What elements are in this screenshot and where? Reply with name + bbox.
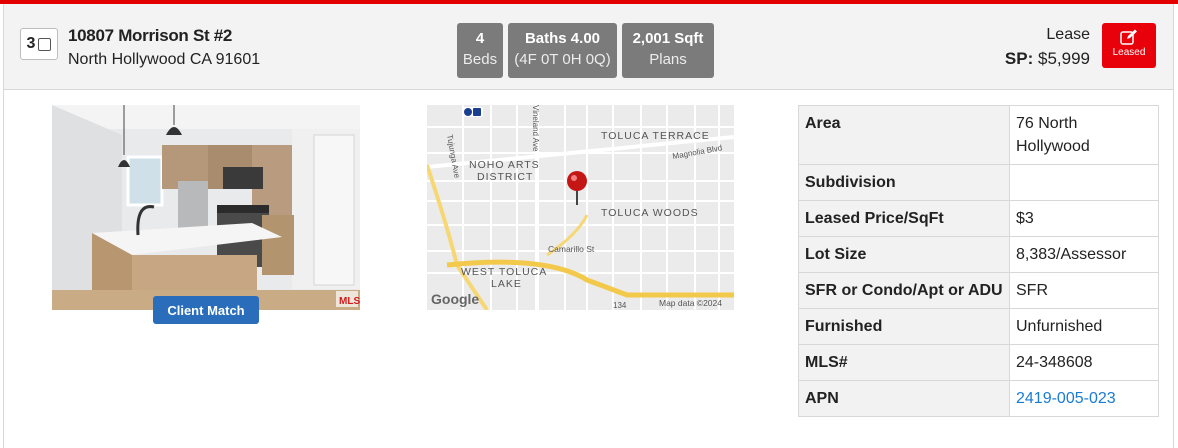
- listing-select[interactable]: 3: [20, 28, 58, 60]
- detail-label: Furnished: [798, 308, 1010, 345]
- address-line2: North Hollywood CA 91601: [68, 51, 261, 68]
- detail-value: 24-348608: [1009, 344, 1159, 381]
- detail-value: SFR: [1009, 272, 1159, 309]
- svg-text:DISTRICT: DISTRICT: [477, 171, 533, 183]
- detail-value: $3: [1009, 200, 1159, 237]
- svg-text:Map data ©2024: Map data ©2024: [659, 298, 722, 308]
- details-row: MLS# 24-348608: [798, 344, 1159, 381]
- listing-checkbox[interactable]: [38, 37, 52, 51]
- svg-text:134: 134: [613, 301, 627, 310]
- baths-detail: (4F 0T 0H 0Q): [514, 51, 611, 68]
- leased-label: Leased: [1112, 47, 1146, 58]
- sp-label: SP:: [1004, 49, 1034, 68]
- details-row: Area 76 North Hollywood: [798, 105, 1159, 165]
- svg-text:NOHO ARTS: NOHO ARTS: [469, 159, 540, 171]
- detail-label: Area: [798, 105, 1010, 165]
- sqft-value: 2,001 Sqft: [632, 30, 704, 47]
- client-match-button[interactable]: Client Match: [153, 296, 259, 324]
- sqft-pill[interactable]: 2,001 Sqft Plans: [622, 23, 714, 78]
- address-line1[interactable]: 10807 Morrison St #2: [68, 26, 232, 46]
- details-row: Leased Price/SqFt $3: [798, 200, 1159, 237]
- detail-value: 8,383/Assessor: [1009, 236, 1159, 273]
- listing-header: 3 10807 Morrison St #2 North Hollywood C…: [4, 4, 1173, 90]
- detail-label: SFR or Condo/Apt or ADU: [798, 272, 1010, 309]
- detail-label: Leased Price/SqFt: [798, 200, 1010, 237]
- svg-text:Vineland Ave: Vineland Ave: [531, 105, 540, 152]
- kitchen-photo-image: MLS: [52, 105, 360, 310]
- detail-label: Lot Size: [798, 236, 1010, 273]
- svg-text:TOLUCA WOODS: TOLUCA WOODS: [601, 207, 699, 219]
- sold-price: SP: $5,999: [1005, 49, 1090, 69]
- lease-type: Lease: [1046, 26, 1090, 43]
- details-row: Furnished Unfurnished: [798, 308, 1159, 345]
- sp-value: $5,999: [1038, 49, 1090, 68]
- mls-watermark: MLS: [336, 291, 360, 307]
- detail-label: MLS#: [798, 344, 1010, 381]
- details-row: SFR or Condo/Apt or ADU SFR: [798, 272, 1159, 309]
- edit-icon: [1120, 29, 1137, 45]
- property-details-table: Area 76 North Hollywood Subdivision Leased …: [798, 105, 1159, 417]
- details-row: Lot Size 8,383/Assessor: [798, 236, 1159, 273]
- detail-label: Subdivision: [798, 164, 1010, 201]
- svg-text:Camarillo St: Camarillo St: [548, 244, 595, 254]
- leased-status-button[interactable]: Leased: [1102, 23, 1156, 68]
- baths-pill: Baths 4.00 (4F 0T 0H 0Q): [508, 23, 617, 78]
- map-image: TOLUCA TERRACE NOHO ARTS DISTRICT Magnol…: [427, 105, 734, 310]
- listing-index: 3: [26, 35, 36, 52]
- plans-label: Plans: [649, 51, 687, 68]
- details-row: APN 2419-005-023: [798, 380, 1159, 417]
- svg-text:MLS: MLS: [339, 296, 360, 307]
- detail-label: APN: [798, 380, 1010, 417]
- details-row: Subdivision: [798, 164, 1159, 201]
- detail-value: Unfurnished: [1009, 308, 1159, 345]
- baths-value: Baths 4.00: [524, 30, 601, 47]
- detail-value: 76 North Hollywood: [1009, 105, 1159, 165]
- location-map[interactable]: TOLUCA TERRACE NOHO ARTS DISTRICT Magnol…: [427, 105, 734, 310]
- svg-text:LAKE: LAKE: [491, 278, 522, 290]
- svg-text:Google: Google: [431, 291, 479, 307]
- svg-text:WEST TOLUCA: WEST TOLUCA: [461, 266, 547, 278]
- svg-text:TOLUCA TERRACE: TOLUCA TERRACE: [601, 130, 710, 142]
- beds-label: Beds: [462, 51, 498, 68]
- beds-value: 4: [475, 30, 485, 47]
- card-right-border: [1173, 4, 1174, 448]
- apn-link[interactable]: 2419-005-023: [1009, 380, 1159, 417]
- detail-value: [1009, 164, 1159, 201]
- beds-pill: 4 Beds: [457, 23, 503, 78]
- listing-photo[interactable]: MLS: [52, 105, 360, 310]
